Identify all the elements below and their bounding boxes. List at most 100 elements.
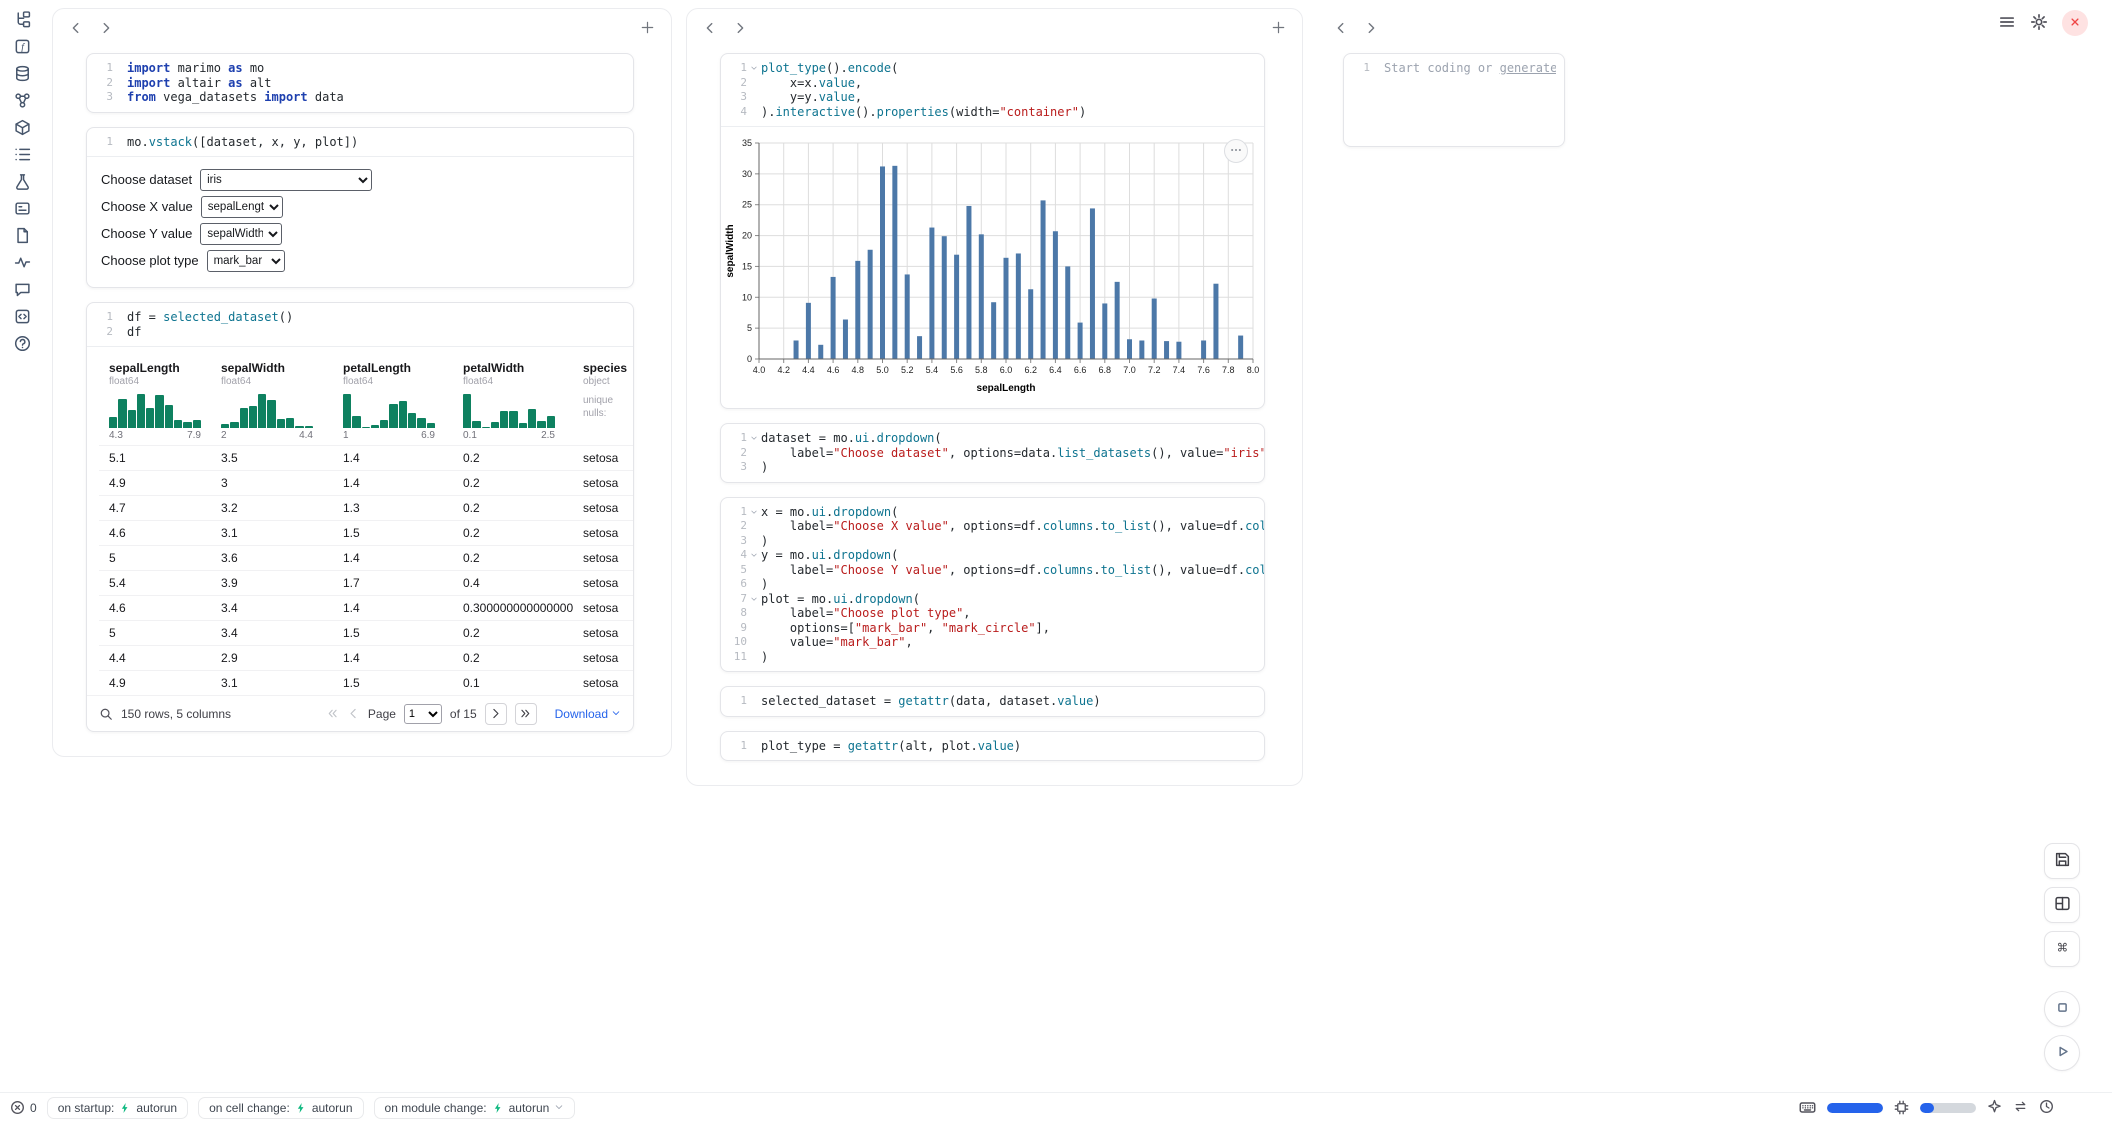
runtime-config-chip[interactable]: on cell change:autorun <box>198 1097 363 1119</box>
svg-text:4.0: 4.0 <box>753 365 766 375</box>
download-button[interactable]: Download <box>555 707 621 721</box>
table-search-button[interactable] <box>99 707 113 721</box>
line-number: 3 <box>87 90 113 105</box>
cell-editor[interactable]: 1import marimo as mo2import altair as al… <box>87 54 633 112</box>
fold-spacer <box>747 650 761 653</box>
chart-actions-button[interactable] <box>1224 139 1248 163</box>
cell-editor[interactable]: 1mo.vstack([dataset, x, y, plot]) <box>87 128 633 157</box>
table-cell: setosa <box>573 620 633 645</box>
svg-text:6.8: 6.8 <box>1099 365 1112 375</box>
table-cell: 3.1 <box>211 520 333 545</box>
cell-editor[interactable]: 1dataset = mo.ui.dropdown(2 label="Choos… <box>721 424 1264 482</box>
panel-snippets-button[interactable] <box>8 309 36 327</box>
panel-variables-button[interactable] <box>8 201 36 219</box>
last-page-button[interactable] <box>515 703 537 725</box>
code-line: 1dataset = mo.ui.dropdown( <box>721 431 1256 446</box>
column-header <box>1318 9 1576 49</box>
page-select[interactable]: 1 <box>404 704 442 724</box>
code-line: 10 value="mark_bar", <box>721 635 1256 650</box>
table-cell: 0.4 <box>453 570 573 595</box>
ai-assistant-button[interactable] <box>1987 1099 2002 1117</box>
cell-editor[interactable]: 1x = mo.ui.dropdown(2 label="Choose X va… <box>721 498 1264 672</box>
table-column-header[interactable]: sepalLengthfloat644.37.9 <box>99 355 211 445</box>
table-cell: 0.2 <box>453 645 573 670</box>
panel-outline-button[interactable] <box>8 147 36 165</box>
next-page-button[interactable] <box>485 703 507 725</box>
history-button[interactable] <box>2039 1099 2054 1117</box>
panel-package-button[interactable] <box>8 120 36 138</box>
column-move-left-button[interactable] <box>1334 21 1348 38</box>
column-move-right-button[interactable] <box>733 21 747 38</box>
keyboard-icon[interactable] <box>1799 1099 1816 1116</box>
menu-icon <box>1998 13 2016 34</box>
panel-dependency-graph-button[interactable] <box>8 93 36 111</box>
panel-documentation-button[interactable] <box>8 228 36 246</box>
x-value-select[interactable]: sepalLength <box>201 196 283 218</box>
chip-value: autorun <box>312 1101 353 1115</box>
runtime-config-chip[interactable]: on startup:autorun <box>47 1097 188 1119</box>
code-line: 1selected_dataset = getattr(data, datase… <box>721 694 1256 709</box>
vega-bar-chart[interactable]: 051015202530354.04.24.44.64.85.05.25.45.… <box>723 135 1265 399</box>
column-move-left-button[interactable] <box>703 21 717 38</box>
panel-layout-button[interactable] <box>2044 887 2080 923</box>
fold-chevron-icon[interactable] <box>747 431 761 442</box>
plus-icon <box>640 20 655 38</box>
table-column-header[interactable]: speciesobjectuniquenulls: <box>573 355 633 445</box>
panel-file-tree-button[interactable] <box>8 12 36 30</box>
prev-page-button[interactable] <box>347 707 360 720</box>
interrupt-button[interactable] <box>2044 991 2080 1027</box>
notebook-menu-button[interactable] <box>1998 13 2016 34</box>
line-number: 10 <box>721 635 747 650</box>
generate-with-ai-link[interactable]: generate <box>1500 61 1556 75</box>
notebook-cell: 1import marimo as mo2import altair as al… <box>86 53 634 113</box>
y-value-select[interactable]: sepalWidth <box>200 223 282 245</box>
panel-functions-button[interactable]: f <box>8 39 36 57</box>
fold-chevron-icon[interactable] <box>747 592 761 603</box>
panel-help-button[interactable] <box>8 336 36 354</box>
cell-editor[interactable]: 1selected_dataset = getattr(data, datase… <box>721 687 1264 716</box>
fold-chevron-icon[interactable] <box>747 505 761 516</box>
panel-database-button[interactable] <box>8 66 36 84</box>
panel-scratchpad-button[interactable] <box>8 174 36 192</box>
table-column-header[interactable]: petalWidthfloat640.12.5 <box>453 355 573 445</box>
file-tree-icon <box>14 11 31 31</box>
code-line: 1df = selected_dataset() <box>87 310 625 325</box>
keyboard-shortcuts-button[interactable]: ⌘ <box>2044 931 2080 967</box>
run-all-button[interactable] <box>2044 1035 2080 1071</box>
code-line: 6) <box>721 577 1256 592</box>
column-move-right-button[interactable] <box>99 21 113 38</box>
save-icon <box>2054 851 2071 871</box>
fold-chevron-icon[interactable] <box>747 61 761 72</box>
panel-tracebacks-button[interactable] <box>8 255 36 273</box>
fold-spacer <box>747 534 761 537</box>
column-name: sepalWidth <box>221 361 329 375</box>
plot-type-select[interactable]: mark_bar <box>207 250 285 272</box>
cell-editor[interactable]: 1df = selected_dataset()2df <box>87 303 633 346</box>
runtime-config-chip[interactable]: on module change:autorun <box>374 1097 576 1119</box>
table-cell: setosa <box>573 495 633 520</box>
swap-view-button[interactable] <box>2013 1099 2028 1117</box>
fold-chevron-icon[interactable] <box>747 548 761 559</box>
shutdown-button[interactable] <box>2062 10 2088 36</box>
cell-editor[interactable]: 1Start coding or generate with AI <box>1344 54 1564 146</box>
settings-button[interactable] <box>2030 13 2048 34</box>
code-line: 4).interactive().properties(width="conta… <box>721 105 1256 120</box>
add-cell-button[interactable] <box>1271 20 1286 38</box>
dataset-select[interactable]: iris <box>200 169 372 191</box>
save-button[interactable] <box>2044 843 2080 879</box>
first-page-button[interactable] <box>326 707 339 720</box>
cell-editor[interactable]: 1plot_type().encode(2 x=x.value,3 y=y.va… <box>721 54 1264 126</box>
fold-spacer <box>747 460 761 463</box>
column-move-right-button[interactable] <box>1364 21 1378 38</box>
dropdown-row: Choose datasetiris <box>101 168 619 191</box>
add-cell-button[interactable] <box>640 20 655 38</box>
column-move-left-button[interactable] <box>69 21 83 38</box>
code-line: 3) <box>721 460 1256 475</box>
dropdown-label: Choose plot type <box>101 253 199 268</box>
error-counter[interactable]: 0 <box>10 1100 37 1115</box>
panel-chat-button[interactable] <box>8 282 36 300</box>
table-column-header[interactable]: petalLengthfloat6416.9 <box>333 355 453 445</box>
table-column-header[interactable]: sepalWidthfloat6424.4 <box>211 355 333 445</box>
cell-editor[interactable]: 1plot_type = getattr(alt, plot.value) <box>721 732 1264 761</box>
variables-icon <box>14 200 31 220</box>
